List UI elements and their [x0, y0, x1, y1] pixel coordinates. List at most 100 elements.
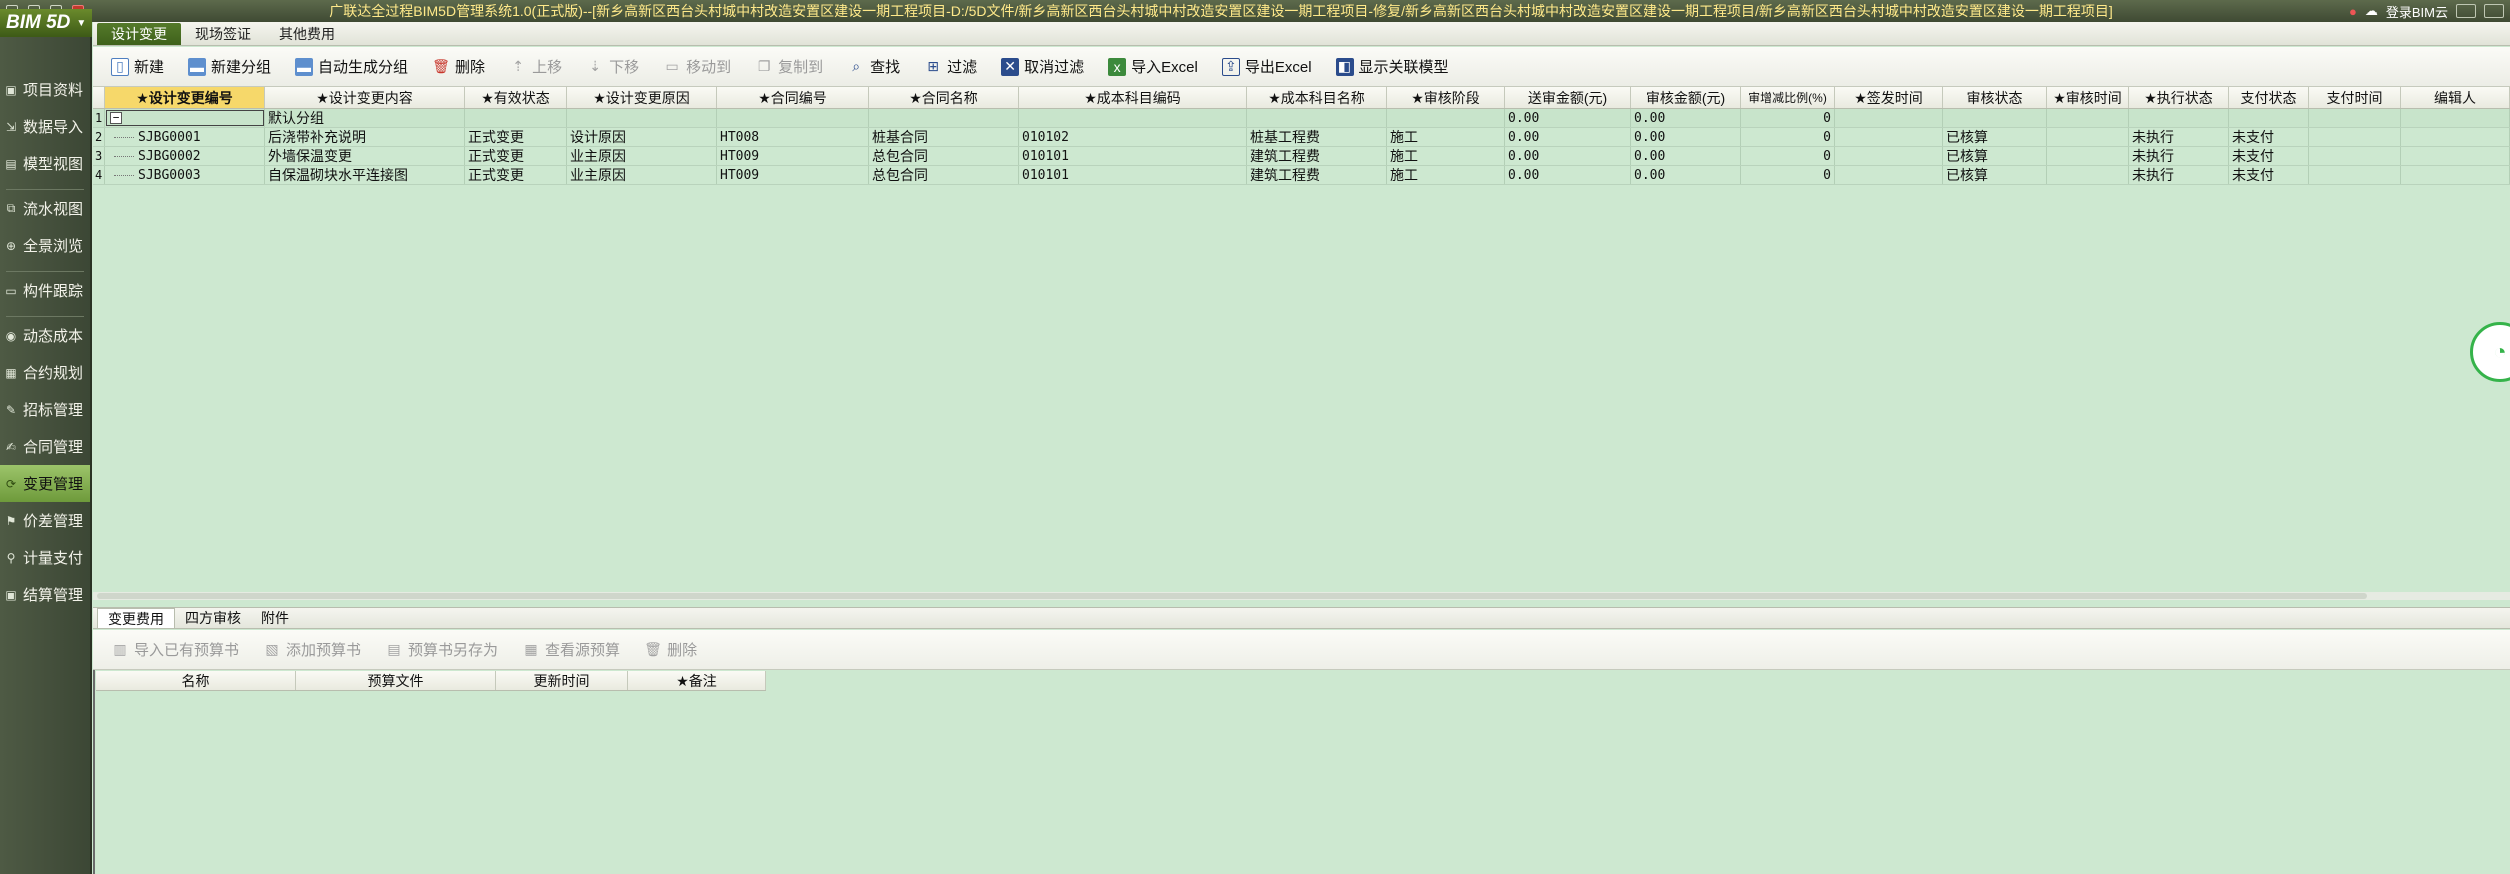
cell[interactable]: 0.00: [1505, 147, 1631, 165]
cell[interactable]: [2129, 109, 2229, 127]
cell[interactable]: [2309, 128, 2401, 146]
tab-other-fees[interactable]: 其他费用: [265, 23, 349, 45]
sidebar-item-tracking[interactable]: ▭ 构件跟踪: [0, 272, 90, 309]
tab-site-visa[interactable]: 现场签证: [181, 23, 265, 45]
copy-to-button[interactable]: ❐ 复制到: [743, 52, 835, 82]
add-budget-button[interactable]: ▧ 添加预算书: [251, 635, 373, 665]
cell[interactable]: 未执行: [2129, 166, 2229, 184]
cell[interactable]: 建筑工程费: [1247, 166, 1387, 184]
cell[interactable]: 未支付: [2229, 166, 2309, 184]
column-header[interactable]: 审核金额(元): [1631, 87, 1741, 108]
cell[interactable]: 业主原因: [567, 166, 717, 184]
sidebar-item-contract[interactable]: ✍ 合同管理: [0, 428, 90, 465]
cell[interactable]: 0.00: [1631, 166, 1741, 184]
column-header[interactable]: 编辑人: [2401, 87, 2510, 108]
sidebar-item-settlement[interactable]: ▣ 结算管理: [0, 576, 90, 613]
table-row[interactable]: 3 SJBG0002 外墙保温变更 正式变更 业主原因 HT009 总包合同 010101 建筑…: [93, 147, 2510, 166]
cell[interactable]: [1943, 109, 2047, 127]
cell[interactable]: 0.00: [1505, 109, 1631, 127]
cell[interactable]: 正式变更: [465, 128, 567, 146]
scrollbar-thumb[interactable]: [97, 593, 2367, 599]
cell[interactable]: [1387, 109, 1505, 127]
cell[interactable]: 总包合同: [869, 147, 1019, 165]
column-header[interactable]: ★有效状态: [465, 87, 567, 108]
cancel-filter-button[interactable]: ✕ 取消过滤: [989, 52, 1096, 82]
cell[interactable]: 0: [1741, 128, 1835, 146]
column-header[interactable]: ★设计变更内容: [265, 87, 465, 108]
cell[interactable]: 0.00: [1631, 128, 1741, 146]
tab-attachments[interactable]: 附件: [251, 608, 299, 628]
cell[interactable]: [1835, 166, 1943, 184]
cell[interactable]: [2047, 128, 2129, 146]
bottom-delete-button[interactable]: 🗑 删除: [632, 635, 709, 665]
cell[interactable]: 总包合同: [869, 166, 1019, 184]
cell[interactable]: −: [105, 109, 265, 127]
user-icon[interactable]: ●: [2349, 4, 2357, 19]
column-header[interactable]: ★成本科目编码: [1019, 87, 1247, 108]
import-budget-button[interactable]: ▥ 导入已有预算书: [99, 635, 251, 665]
import-excel-button[interactable]: x 导入Excel: [1096, 52, 1210, 82]
cell[interactable]: [1835, 109, 1943, 127]
cell[interactable]: [1247, 109, 1387, 127]
new-group-button[interactable]: ▬ 新建分组: [176, 52, 283, 82]
cell[interactable]: 后浇带补充说明: [265, 128, 465, 146]
column-header[interactable]: ★设计变更编号: [105, 87, 265, 108]
column-header[interactable]: ★设计变更原因: [567, 87, 717, 108]
cell[interactable]: 0.00: [1631, 109, 1741, 127]
cell[interactable]: [465, 109, 567, 127]
column-header[interactable]: ★成本科目名称: [1247, 87, 1387, 108]
cell[interactable]: [717, 109, 869, 127]
cell[interactable]: HT009: [717, 147, 869, 165]
save-budget-as-button[interactable]: ▤ 预算书另存为: [373, 635, 510, 665]
cell[interactable]: 0.00: [1631, 147, 1741, 165]
cell[interactable]: 自保温砌块水平连接图: [265, 166, 465, 184]
column-header[interactable]: ★合同编号: [717, 87, 869, 108]
cell[interactable]: 桩基工程费: [1247, 128, 1387, 146]
maximize-button[interactable]: [2484, 4, 2504, 18]
cell[interactable]: [2309, 109, 2401, 127]
move-to-button[interactable]: ▭ 移动到: [651, 52, 743, 82]
assistant-float-button[interactable]: ◔: [2470, 322, 2510, 382]
cell[interactable]: 0: [1741, 147, 1835, 165]
table-row[interactable]: 4 SJBG0003 自保温砌块水平连接图 正式变更 业主原因 HT009 总包合同 0101…: [93, 166, 2510, 185]
cell[interactable]: [2229, 109, 2309, 127]
cell[interactable]: 默认分组: [265, 109, 465, 127]
login-cloud-link[interactable]: 登录BIM云: [2386, 2, 2448, 21]
cell[interactable]: 桩基合同: [869, 128, 1019, 146]
filter-button[interactable]: ⊞ 过滤: [912, 52, 989, 82]
cell[interactable]: [2401, 128, 2510, 146]
cell[interactable]: [2047, 147, 2129, 165]
column-header[interactable]: 名称: [96, 671, 296, 690]
delete-button[interactable]: 🗑 删除: [420, 52, 497, 82]
cell[interactable]: 未执行: [2129, 128, 2229, 146]
column-header[interactable]: 预算文件: [296, 671, 496, 690]
sidebar-item-panorama[interactable]: ⊕ 全景浏览: [0, 227, 90, 264]
cell[interactable]: [2401, 147, 2510, 165]
cell[interactable]: [1835, 147, 1943, 165]
cell[interactable]: [2401, 166, 2510, 184]
tab-design-change[interactable]: 设计变更: [97, 23, 181, 45]
tab-four-party-audit[interactable]: 四方审核: [175, 608, 251, 628]
horizontal-scrollbar[interactable]: [93, 592, 2510, 600]
cell[interactable]: 0: [1741, 166, 1835, 184]
column-header[interactable]: ★审核时间: [2047, 87, 2129, 108]
column-header[interactable]: 支付时间: [2309, 87, 2401, 108]
cell[interactable]: 未支付: [2229, 128, 2309, 146]
cell[interactable]: 0.00: [1505, 128, 1631, 146]
cell[interactable]: [1019, 109, 1247, 127]
sidebar-item-contract-plan[interactable]: ▦ 合约规划: [0, 354, 90, 391]
cell[interactable]: 已核算: [1943, 128, 2047, 146]
show-model-button[interactable]: ◧ 显示关联模型: [1324, 52, 1461, 82]
cell[interactable]: 业主原因: [567, 147, 717, 165]
cell[interactable]: 0: [1741, 109, 1835, 127]
sidebar-item-data-import[interactable]: ⇲ 数据导入: [0, 108, 90, 145]
sidebar-item-dynamic-cost[interactable]: ◉ 动态成本: [0, 317, 90, 354]
cell[interactable]: [2047, 109, 2129, 127]
cell[interactable]: SJBG0001: [105, 128, 265, 146]
cell[interactable]: 未支付: [2229, 147, 2309, 165]
table-row[interactable]: 2 SJBG0001 后浇带补充说明 正式变更 设计原因 HT008 桩基合同 010102 桩…: [93, 128, 2510, 147]
cell[interactable]: 施工: [1387, 128, 1505, 146]
auto-group-button[interactable]: ▬ 自动生成分组: [283, 52, 420, 82]
view-source-budget-button[interactable]: ▦ 查看源预算: [510, 635, 632, 665]
find-button[interactable]: ⌕ 查找: [835, 52, 912, 82]
